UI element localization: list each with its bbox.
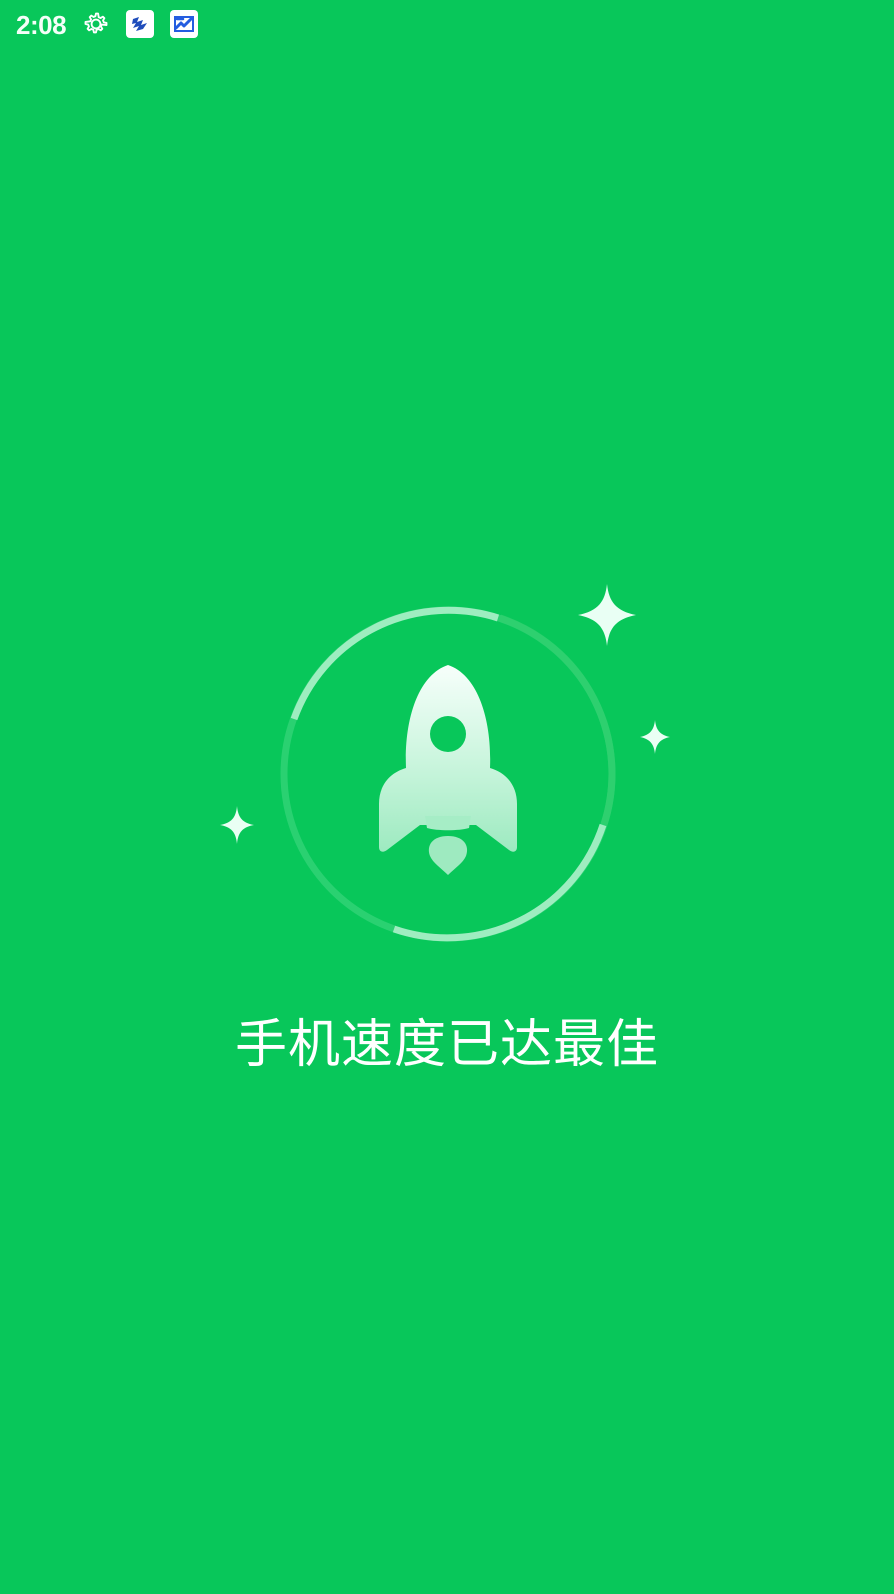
sparkle-icon	[640, 720, 670, 754]
sparkle-icon	[220, 806, 254, 844]
rocket-icon	[379, 665, 517, 875]
speed-result-panel: 手机速度已达最佳	[0, 0, 894, 1594]
speed-status-message: 手机速度已达最佳	[234, 1015, 659, 1075]
